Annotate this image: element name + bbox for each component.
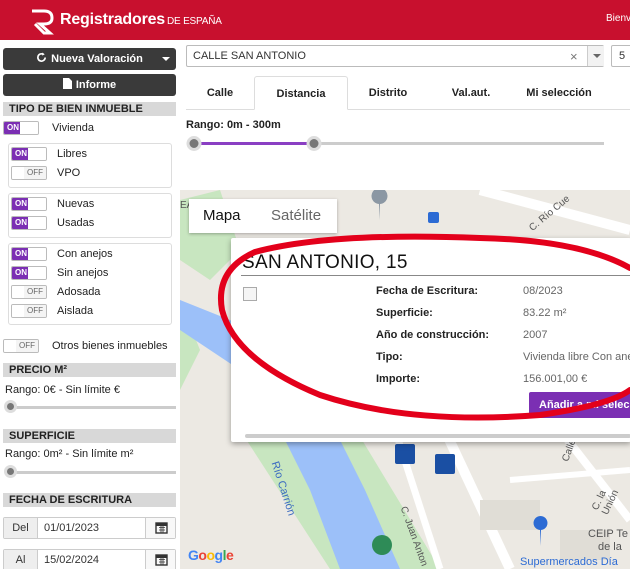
- section-fecha-header: FECHA DE ESCRITURA: [3, 493, 176, 507]
- property-info-popup: SAN ANTONIO, 15 Fecha de Escritura: 08/2…: [231, 238, 630, 442]
- popup-title: SAN ANTONIO, 15: [242, 252, 408, 273]
- label-libres: Libres: [57, 148, 87, 160]
- popup-label-anio: Año de construcción:: [376, 329, 490, 341]
- toggle-usadas[interactable]: ON: [11, 216, 47, 230]
- tab-distrito[interactable]: Distrito: [348, 76, 428, 110]
- report-button[interactable]: Informe: [3, 74, 176, 96]
- tab-distancia[interactable]: Distancia: [254, 76, 348, 110]
- calendar-icon[interactable]: [145, 550, 175, 569]
- map-label: de la: [598, 541, 622, 553]
- popup-label-fecha: Fecha de Escritura:: [376, 285, 479, 297]
- tab-val-aut[interactable]: Val.aut.: [428, 76, 514, 110]
- toggle-adosada[interactable]: OFF: [11, 285, 47, 299]
- greeting-text: Bienv: [606, 13, 630, 24]
- toggle-con-anejos[interactable]: ON: [11, 247, 47, 261]
- popup-value-superficie: 83.22 m²: [523, 307, 567, 319]
- label-vivienda: Vivienda: [52, 122, 94, 134]
- chevron-down-icon[interactable]: [587, 46, 604, 66]
- popup-label-importe: Importe:: [376, 373, 420, 385]
- google-logo: Google: [188, 547, 234, 563]
- section-superficie-header: SUPERFICIE: [3, 429, 176, 443]
- date-to-field[interactable]: Al 15/02/2024: [3, 549, 176, 569]
- map-label: CEIP Te: [588, 528, 628, 540]
- chevron-down-icon: [162, 57, 170, 61]
- street-number-input[interactable]: 5: [611, 45, 630, 67]
- precio-slider-track[interactable]: [8, 406, 176, 409]
- popup-value-anio: 2007: [523, 329, 548, 341]
- label-vpo: VPO: [57, 167, 81, 179]
- tab-calle[interactable]: Calle: [186, 76, 254, 110]
- toggle-libres[interactable]: ON: [11, 147, 47, 161]
- property-image: [243, 287, 257, 301]
- popup-label-superficie: Superficie:: [376, 307, 433, 319]
- map-type-control: Mapa Satélite: [189, 199, 337, 233]
- tab-mi-seleccion[interactable]: Mi selección: [514, 76, 604, 110]
- label-nuevas: Nuevas: [57, 198, 95, 210]
- brand-title: Registradores DE ESPAÑA: [60, 11, 222, 28]
- date-to-label: Al: [4, 550, 38, 569]
- precio-slider-handle[interactable]: [4, 400, 17, 413]
- toggle-vpo[interactable]: OFF: [11, 166, 47, 180]
- section-precio-header: PRECIO M²: [3, 363, 176, 377]
- toggle-otros-bienes[interactable]: OFF: [3, 339, 39, 353]
- label-sin-anejos: Sin anejos: [57, 267, 109, 279]
- sidebar: Nueva Valoración Informe TIPO DE BIEN IN…: [0, 40, 180, 569]
- toggle-aislada[interactable]: OFF: [11, 304, 47, 318]
- toggle-sin-anejos[interactable]: ON: [11, 266, 47, 280]
- distance-slider-max-handle: [306, 136, 322, 151]
- distance-range-text: Rango: 0m - 300m: [186, 119, 281, 131]
- refresh-icon: [36, 52, 47, 66]
- precio-range-text: Rango: 0€ - Sin límite €: [5, 384, 120, 396]
- map-label: Supermercados Día: [520, 556, 618, 568]
- popup-scrollbar[interactable]: [245, 434, 630, 438]
- popup-value-fecha: 08/2023: [523, 285, 563, 297]
- calendar-icon[interactable]: [145, 518, 175, 538]
- map-type-satellite-button[interactable]: Satélite: [271, 199, 321, 233]
- date-from-label: Del: [4, 518, 38, 538]
- section-tipo-header: TIPO DE BIEN INMUEBLE: [3, 102, 176, 116]
- popup-value-tipo: Vivienda libre Con anejos: [523, 351, 630, 363]
- label-usadas: Usadas: [57, 217, 95, 229]
- superficie-slider-track[interactable]: [8, 471, 176, 474]
- toggle-nuevas[interactable]: ON: [11, 197, 47, 211]
- distance-slider[interactable]: [186, 136, 606, 152]
- date-to-value[interactable]: 15/02/2024: [44, 550, 99, 569]
- distance-slider-min-handle: [186, 136, 202, 151]
- search-mode-tabs: Calle Distancia Distrito Val.aut. Mi sel…: [186, 76, 630, 110]
- popup-value-importe: 156.001,00 €: [523, 373, 588, 385]
- label-adosada: Adosada: [57, 286, 101, 298]
- superficie-range-text: Rango: 0m² - Sin límite m²: [5, 448, 134, 460]
- clear-icon[interactable]: ×: [570, 49, 578, 64]
- registradores-logo-icon: [32, 9, 54, 35]
- label-otros-bienes: Otros bienes inmuebles: [52, 340, 168, 352]
- date-from-field[interactable]: Del 01/01/2023: [3, 517, 176, 539]
- label-aislada: Aislada: [57, 305, 94, 317]
- superficie-slider-handle[interactable]: [4, 465, 17, 478]
- popup-label-tipo: Tipo:: [376, 351, 403, 363]
- search-value: CALLE SAN ANTONIO: [193, 50, 306, 62]
- new-valuation-button[interactable]: Nueva Valoración: [3, 48, 176, 70]
- street-search-select[interactable]: CALLE SAN ANTONIO ×: [186, 45, 604, 67]
- label-con-anejos: Con anejos: [57, 248, 113, 260]
- app-header: Registradores DE ESPAÑA Bienv: [0, 0, 630, 40]
- add-to-selection-button[interactable]: Añadir a mi selección: [529, 392, 630, 418]
- document-icon: [62, 78, 72, 92]
- toggle-vivienda[interactable]: ON: [3, 121, 39, 135]
- date-from-value[interactable]: 01/01/2023: [44, 518, 99, 538]
- map-type-map-button[interactable]: Mapa: [203, 199, 241, 233]
